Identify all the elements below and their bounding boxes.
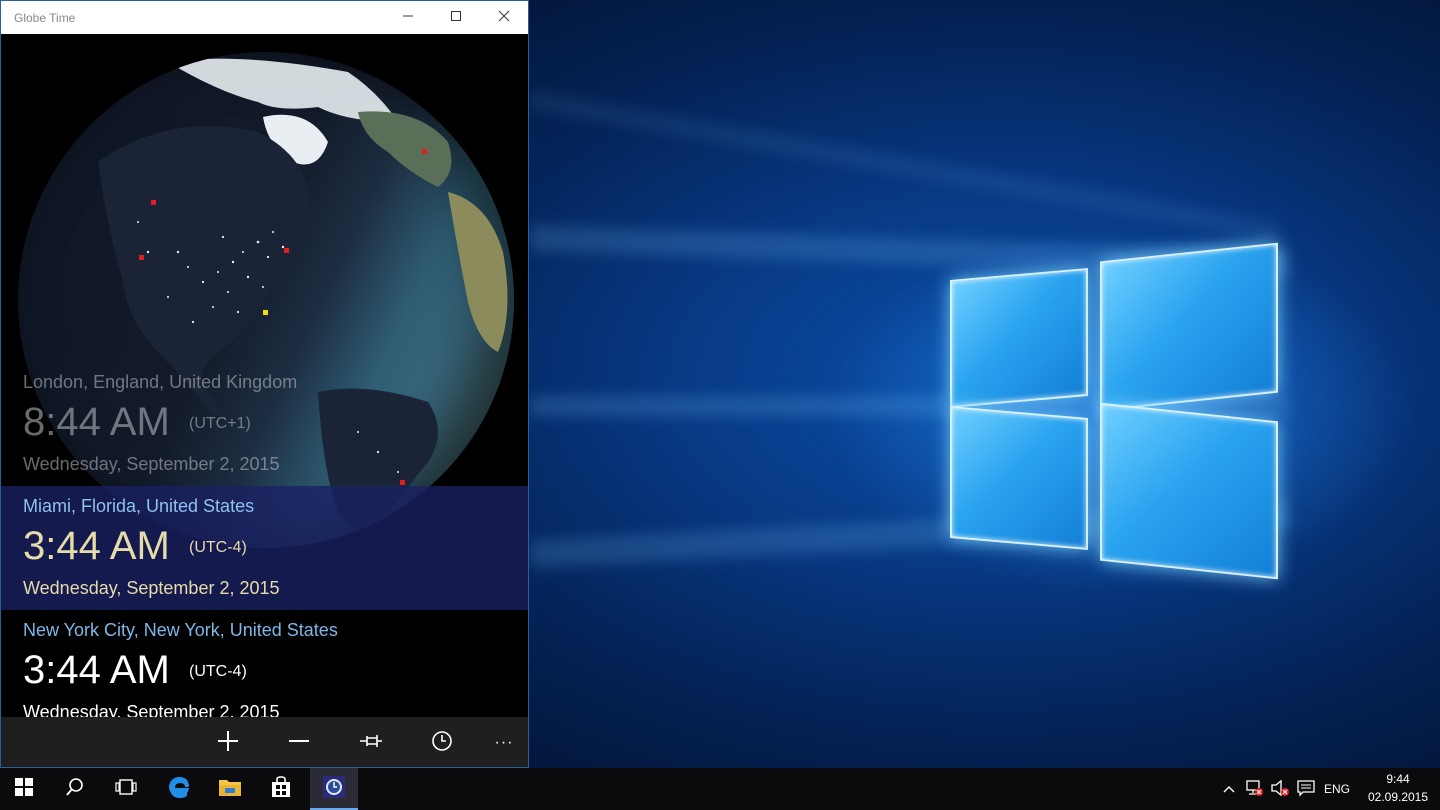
pin-button[interactable] bbox=[353, 726, 389, 760]
taskbar: ENG 9:44 02.09.2015 bbox=[0, 768, 1440, 810]
close-icon bbox=[498, 9, 510, 27]
local-date: Wednesday, September 2, 2015 bbox=[23, 702, 280, 717]
show-hidden-icons-button[interactable] bbox=[1218, 768, 1240, 810]
globe-time-icon bbox=[323, 775, 345, 803]
city-marker-seattle bbox=[151, 200, 156, 205]
language-indicator[interactable]: ENG bbox=[1320, 768, 1354, 810]
volume-button[interactable] bbox=[1268, 768, 1292, 810]
start-button[interactable] bbox=[0, 768, 48, 810]
volume-muted-icon bbox=[1270, 779, 1290, 800]
system-clock[interactable]: 9:44 02.09.2015 bbox=[1360, 770, 1436, 808]
city-marker-london bbox=[422, 149, 427, 154]
windows-logo-pane-tr bbox=[1100, 242, 1278, 412]
local-time: 3:44 AM bbox=[23, 648, 170, 692]
start-icon bbox=[15, 777, 33, 801]
window-title: Globe Time bbox=[14, 10, 76, 25]
add-icon bbox=[217, 730, 239, 757]
globe-time-window[interactable]: Globe Time London, England, United Kingd… bbox=[0, 0, 529, 768]
store-icon bbox=[270, 775, 292, 803]
pin-icon bbox=[359, 731, 383, 756]
more-button[interactable]: ··· bbox=[486, 726, 522, 760]
chevron-up-icon bbox=[1223, 782, 1235, 796]
title-bar[interactable]: Globe Time bbox=[1, 1, 528, 34]
clock-icon bbox=[431, 730, 453, 757]
city-marker-newyork bbox=[284, 248, 289, 253]
time-button[interactable] bbox=[424, 726, 460, 760]
action-center-icon bbox=[1297, 779, 1315, 800]
utc-offset: (UTC-4) bbox=[189, 539, 247, 556]
app-content: London, England, United Kingdom 8:44 AM … bbox=[1, 34, 528, 717]
location-entry-london[interactable]: London, England, United Kingdom 8:44 AM … bbox=[1, 362, 528, 486]
edge-icon bbox=[167, 775, 191, 804]
search-icon bbox=[65, 777, 85, 802]
network-icon bbox=[1244, 779, 1264, 800]
clock-time: 9:44 bbox=[1386, 772, 1410, 786]
remove-icon bbox=[288, 730, 310, 757]
maximize-button[interactable] bbox=[432, 1, 480, 34]
windows-logo-pane-bl bbox=[950, 405, 1088, 551]
windows-logo-pane-tl bbox=[950, 267, 1088, 409]
city-name: New York City, New York, United States bbox=[23, 620, 338, 640]
app-bar: ··· bbox=[1, 717, 528, 767]
more-icon: ··· bbox=[494, 734, 514, 751]
windows-logo-pane-br bbox=[1100, 402, 1278, 580]
task-view-button[interactable] bbox=[102, 768, 150, 810]
utc-offset: (UTC+1) bbox=[189, 415, 251, 432]
file-explorer-button[interactable] bbox=[206, 768, 254, 810]
search-button[interactable] bbox=[51, 768, 99, 810]
location-entry-miami[interactable]: Miami, Florida, United States 3:44 AM (U… bbox=[1, 486, 528, 610]
network-button[interactable] bbox=[1242, 768, 1266, 810]
city-name: Miami, Florida, United States bbox=[23, 496, 255, 516]
maximize-icon bbox=[450, 9, 462, 27]
clock-date: 02.09.2015 bbox=[1367, 790, 1429, 804]
globe-time-taskbar-button[interactable] bbox=[310, 768, 358, 810]
utc-offset: (UTC-4) bbox=[189, 663, 247, 680]
edge-button[interactable] bbox=[155, 768, 203, 810]
local-time: 3:44 AM bbox=[23, 524, 170, 568]
city-marker-la bbox=[139, 255, 144, 260]
local-time: 8:44 AM bbox=[23, 400, 170, 444]
file-explorer-icon bbox=[218, 777, 242, 802]
store-button[interactable] bbox=[257, 768, 305, 810]
task-view-icon bbox=[115, 778, 137, 801]
action-center-button[interactable] bbox=[1294, 768, 1318, 810]
local-date: Wednesday, September 2, 2015 bbox=[23, 578, 280, 598]
location-entry-newyork[interactable]: New York City, New York, United States 3… bbox=[1, 610, 528, 717]
city-name: London, England, United Kingdom bbox=[23, 372, 298, 392]
minimize-icon bbox=[402, 9, 414, 27]
remove-location-button[interactable] bbox=[281, 726, 317, 760]
city-marker-miami bbox=[263, 310, 268, 315]
close-button[interactable] bbox=[480, 1, 528, 34]
add-location-button[interactable] bbox=[210, 726, 246, 760]
local-date: Wednesday, September 2, 2015 bbox=[23, 454, 280, 474]
minimize-button[interactable] bbox=[384, 1, 432, 34]
